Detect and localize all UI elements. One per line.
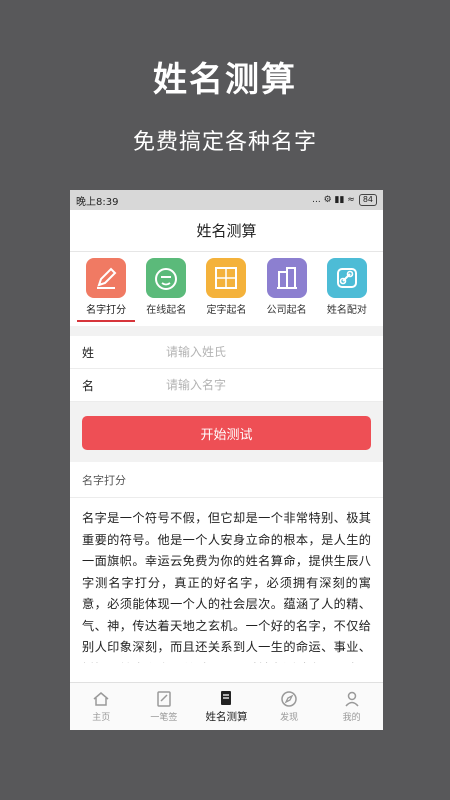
nav-bar: 姓名测算 <box>70 210 383 252</box>
category-label: 在线起名 <box>146 305 187 316</box>
category-name-match[interactable]: 姓名配对 <box>320 258 374 326</box>
tab-home[interactable]: 主页 <box>70 683 133 730</box>
tab-label: 主页 <box>92 713 111 723</box>
tab-signature[interactable]: 一笔签 <box>133 683 196 730</box>
promo-title: 姓名测算 <box>153 60 297 100</box>
tab-label: 姓名测算 <box>205 711 248 723</box>
button-area: 开始测试 <box>70 402 383 462</box>
compass-icon <box>281 691 297 707</box>
building-icon <box>266 258 307 298</box>
battery-icon: 84 <box>358 194 377 206</box>
home-icon <box>93 692 109 706</box>
status-time: 晚上8:39 <box>76 196 119 208</box>
link-icon <box>326 258 367 298</box>
category-fixed-char[interactable]: 定字起名 <box>199 258 253 326</box>
category-bar: 名字打分 在线起名 定字起名 公司起名 姓名配对 <box>70 252 383 326</box>
surname-label: 姓 <box>82 345 95 360</box>
start-test-button[interactable]: 开始测试 <box>82 416 371 450</box>
status-icons: ... ⚙ ▮▮ ≈ 84 <box>312 194 377 206</box>
category-online-naming[interactable]: 在线起名 <box>139 258 193 326</box>
given-name-input[interactable] <box>166 378 326 392</box>
category-label: 姓名配对 <box>326 305 367 316</box>
status-bar: 晚上8:39 ... ⚙ ▮▮ ≈ 84 <box>70 190 383 210</box>
promo-subtitle: 免费搞定各种名字 <box>132 130 317 155</box>
surname-row: 姓 <box>70 336 383 369</box>
page-title: 姓名测算 <box>196 222 257 240</box>
active-underline <box>77 320 136 322</box>
category-company-naming[interactable]: 公司起名 <box>260 258 314 326</box>
bottom-tab-bar: 主页 一笔签 姓名测算 发现 我的 <box>70 682 383 730</box>
category-label: 定字起名 <box>206 305 247 316</box>
given-name-label: 名 <box>82 378 95 393</box>
tab-name-test[interactable]: 姓名测算 <box>195 683 258 730</box>
signature-icon <box>157 691 171 707</box>
category-label: 公司起名 <box>266 305 307 316</box>
signal-icons: ... ⚙ ▮▮ ≈ <box>312 195 355 205</box>
spacer <box>70 326 383 336</box>
surname-input[interactable] <box>166 345 326 359</box>
category-label: 名字打分 <box>86 305 127 316</box>
tab-discover[interactable]: 发现 <box>258 683 321 730</box>
user-icon <box>345 691 359 707</box>
given-name-row: 名 <box>70 369 383 402</box>
face-name-icon <box>146 258 187 298</box>
tab-label: 一笔签 <box>150 713 178 723</box>
pencil-icon <box>86 258 127 298</box>
section-title: 名字打分 <box>70 462 383 498</box>
book-icon <box>221 691 232 705</box>
category-name-score[interactable]: 名字打分 <box>77 258 136 326</box>
phone-screen: 晚上8:39 ... ⚙ ▮▮ ≈ 84 姓名测算 名字打分 在线起名 定字起名… <box>70 190 383 730</box>
tab-mine[interactable]: 我的 <box>320 683 383 730</box>
tab-label: 发现 <box>280 713 299 723</box>
name-form: 姓 名 <box>70 336 383 402</box>
grid-name-icon <box>206 258 247 298</box>
tab-label: 我的 <box>342 713 361 723</box>
description-text: 名字是一个符号不假，但它却是一个非常特别、极其重要的符号。他是一个人安身立命的根… <box>70 498 383 663</box>
